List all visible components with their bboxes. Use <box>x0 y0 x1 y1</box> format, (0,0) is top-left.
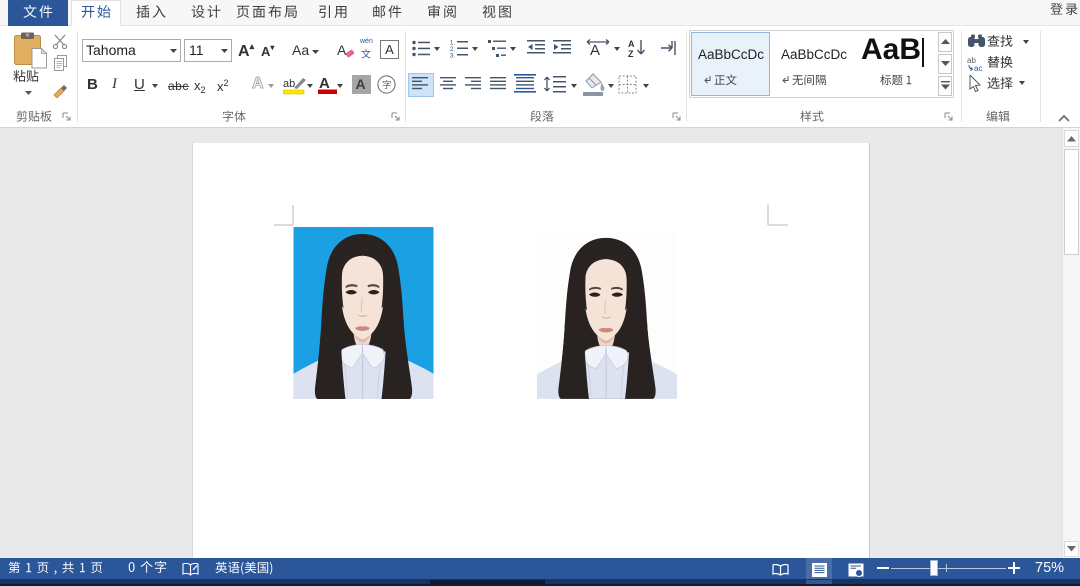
svg-text:Z: Z <box>628 49 634 58</box>
svg-text:A: A <box>319 75 330 92</box>
svg-text:A: A <box>356 76 366 92</box>
svg-text:A: A <box>590 42 600 58</box>
svg-text:A: A <box>628 39 635 49</box>
svg-text:ac: ac <box>974 64 982 71</box>
svg-text:3.: 3. <box>450 54 455 59</box>
svg-text:2.: 2. <box>450 47 455 53</box>
svg-text:1.: 1. <box>450 41 455 47</box>
svg-text:ab: ab <box>283 78 295 90</box>
